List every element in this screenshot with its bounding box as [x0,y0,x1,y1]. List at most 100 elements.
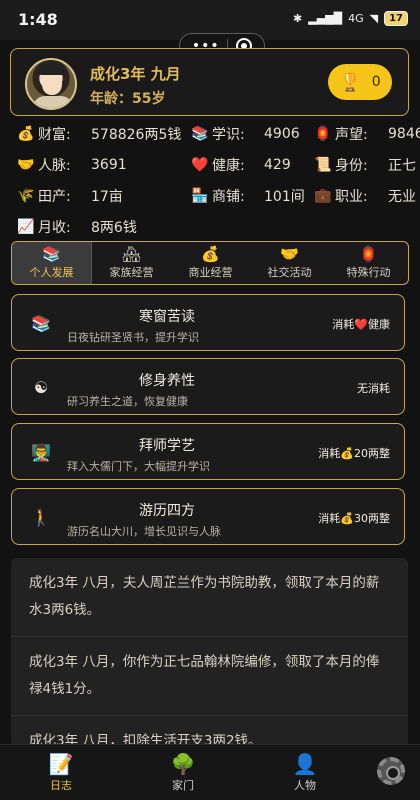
books-icon: 📚 [31,314,51,333]
nav-label: 人物 [294,779,316,792]
tab-label: 商业经营 [188,266,233,279]
log-entry: 成化3年 八月，你作为正七品翰林院编修，领取了本月的俸禄4钱1分。 [11,637,408,716]
tab-special-actions[interactable]: 🏮 特殊行动 [329,242,408,284]
stat-value: 101间 [264,189,305,205]
tab-family-management[interactable]: 🏘 家族经营 [92,242,171,284]
stat-health: ❤️ 健康: 429 [190,155,290,175]
achievements-button[interactable]: 🏆 0 [328,64,392,100]
action-description: 游历名山大川，增长见识与人脉 [67,525,221,538]
action-cost: 消耗💰20两整 [318,447,390,460]
avatar-robe [33,96,73,108]
nav-label: 家门 [172,779,194,792]
stat-value: 无业 [388,189,416,205]
scroll-icon: 📜 [314,157,332,173]
stat-value: 17亩 [91,189,123,205]
tab-business-management[interactable]: 💰 商业经营 [171,242,250,284]
trophy-count: 0 [371,74,381,90]
stat-farmland: 🌾 田产: 17亩 [16,186,123,206]
action-card-study[interactable]: 📚 寒窗苦读 日夜钻研圣贤书，提升学识 消耗❤️健康 [11,294,405,351]
stat-label: 身份: [335,158,368,174]
stats-row: 💰 财富: 578826两5钱 📚 学识: 4906 🏮 声望: 9846 [0,124,420,150]
action-title: 寒窗苦读 [139,309,195,325]
settings-gear-icon[interactable] [377,757,405,785]
action-title: 拜师学艺 [139,438,195,454]
yin-yang-icon: ☯ [33,378,49,397]
shop-icon: 🏪 [191,188,209,204]
action-description: 日夜钻研圣贤书，提升学识 [67,331,199,344]
action-description: 研习养生之道，恢复健康 [67,395,188,408]
log-entry: 成化3年 八月，夫人周芷兰作为书院助教，领取了本月的薪水3两6钱。 [11,558,408,637]
avatar[interactable] [25,58,77,110]
tab-social-activities[interactable]: 🤝 社交活动 [250,242,329,284]
nav-item-log[interactable]: 📝 日志 [16,751,106,793]
signal-icon: ▂▄▆█ [308,12,343,25]
action-card-travel[interactable]: 🚶 游历四方 游历名山大川，增长见识与人脉 消耗💰30两整 [11,488,405,545]
stat-value: 8两6钱 [91,220,137,236]
event-log[interactable]: 成化3年 八月，夫人周芷兰作为书院助教，领取了本月的薪水3两6钱。 成化3年 八… [11,558,408,748]
stat-label: 商铺: [212,189,245,205]
stats-row: 🤝 人脉: 3691 ❤️ 健康: 429 📜 身份: 正七 [0,155,420,181]
action-title: 游历四方 [139,503,195,519]
stat-value: 4906 [264,126,300,142]
status-icons: ✱ ▂▄▆█ 4G ◥ 17 [293,11,408,26]
person-icon: 👤 [292,752,318,776]
briefcase-icon: 💼 [314,188,332,204]
stat-monthly-income: 📈 月收: 8两6钱 [16,217,137,237]
stat-value: 578826两5钱 [91,127,182,143]
books-icon: 📚 [191,126,209,142]
stat-shops: 🏪 商铺: 101间 [190,186,304,206]
lantern-icon: 🏮 [359,245,378,263]
stat-knowledge: 📚 学识: 4906 [190,124,299,144]
stat-connections: 🤝 人脉: 3691 [16,155,126,175]
bluetooth-icon: ✱ [293,12,303,25]
stats-row: 🌾 田产: 17亩 🏪 商铺: 101间 💼 职业: 无业 [0,186,420,212]
nav-item-family[interactable]: 🌳 家门 [138,751,228,793]
stat-label: 学识: [212,127,245,143]
stat-label: 人脉: [38,158,71,174]
tab-label: 个人发展 [29,266,74,279]
money-bag-icon: 💰 [201,245,220,263]
stat-label: 健康: [212,158,245,174]
books-icon: 📚 [42,245,61,263]
stat-label: 财富: [38,127,71,143]
handshake-icon: 🤝 [17,157,35,173]
action-cost: 消耗❤️健康 [332,318,390,331]
bottom-nav: 📝 日志 🌳 家门 👤 人物 [0,744,420,800]
battery-icon: 17 [384,11,408,26]
stat-label: 声望: [335,127,368,143]
stat-occupation: 💼 职业: 无业 [313,186,416,206]
profile-card: 成化3年 九月 年龄：55岁 🏆 0 [10,48,409,116]
stat-value: 429 [264,157,291,173]
tab-label: 社交活动 [267,266,312,279]
stat-value: 正七 [388,158,416,174]
house-icon: 🏘 [121,245,142,263]
stats-row: 📈 月收: 8两6钱 [0,217,420,243]
wifi-icon: ◥ [369,12,379,25]
avatar-hat [38,63,66,75]
heart-icon: ❤️ [191,157,209,173]
tab-label: 特殊行动 [346,266,391,279]
stat-label: 月收: [38,220,71,236]
diary-icon: 📝 [48,752,74,776]
stat-wealth: 💰 财富: 578826两5钱 [16,124,181,144]
action-card-cultivate[interactable]: ☯ 修身养性 研习养生之道，恢复健康 无消耗 [11,358,405,415]
trophy-icon: 🏆 [339,71,362,93]
stat-value: 9846 [388,126,420,142]
action-cost: 无消耗 [357,382,390,395]
action-description: 拜入大儒门下，大幅提升学识 [67,460,210,473]
network-type: 4G [348,12,364,25]
stat-value: 3691 [91,157,127,173]
nav-item-characters[interactable]: 👤 人物 [260,751,350,793]
stat-label: 职业: [335,189,368,205]
lantern-icon: 🏮 [314,126,332,142]
stat-prestige: 🏮 声望: 9846 [313,124,420,144]
stat-label: 田产: [38,189,71,205]
nav-label: 日志 [50,779,72,792]
chart-icon: 📈 [17,219,35,235]
tab-personal-development[interactable]: 📚 个人发展 [12,242,92,284]
walking-person-icon: 🚶 [31,508,51,527]
teacher-icon: 👨‍🏫 [31,443,51,462]
tab-label: 家族经营 [109,266,154,279]
rice-icon: 🌾 [17,188,35,204]
action-card-apprentice[interactable]: 👨‍🏫 拜师学艺 拜入大儒门下，大幅提升学识 消耗💰20两整 [11,423,405,480]
